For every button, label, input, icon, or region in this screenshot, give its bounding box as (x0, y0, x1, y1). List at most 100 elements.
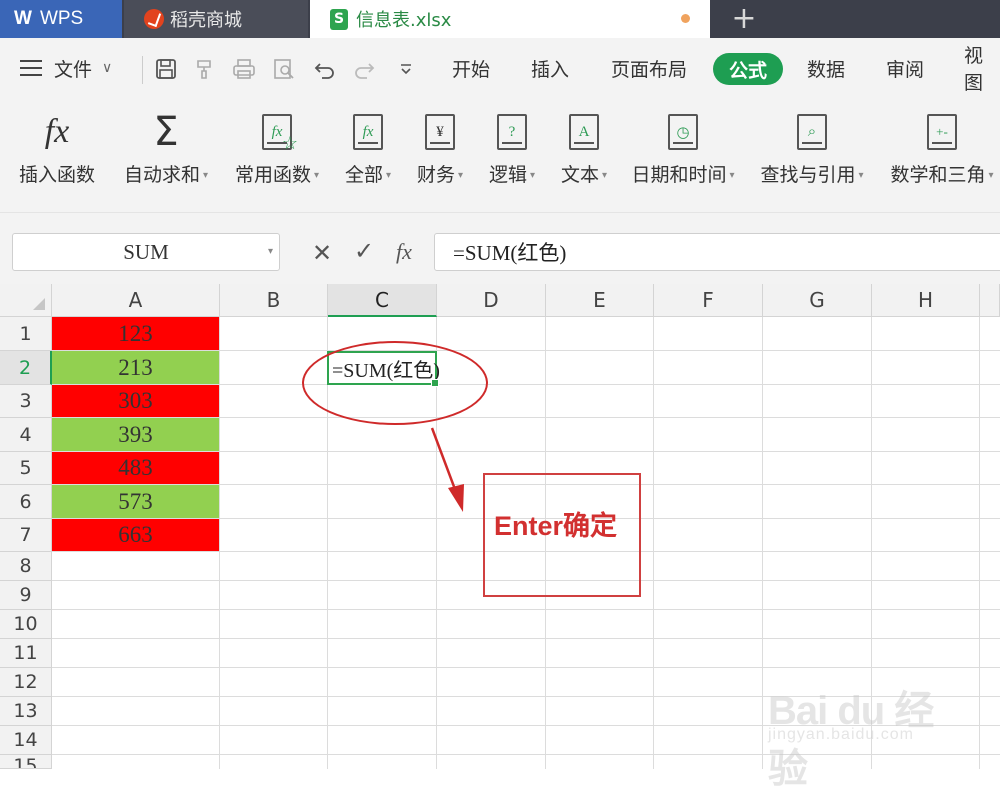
chevron-down-icon[interactable]: ▾ (268, 246, 273, 257)
save-icon[interactable] (154, 58, 178, 80)
spreadsheet-file-icon: S (330, 8, 348, 30)
row-header[interactable]: 3 (0, 385, 52, 418)
column-header-c[interactable]: C (328, 284, 437, 317)
baidu-jingyan-watermark: Bai du 经验 jingyan.baidu.com (768, 660, 958, 791)
title-bar: W WPS 稻壳商城 S 信息表.xlsx + (0, 0, 1000, 38)
annotation-arrow-icon (430, 427, 464, 512)
ribbon-label: 插入函数 (18, 164, 95, 186)
insert-function-fx-icon[interactable]: fx (396, 239, 412, 265)
menu-tab-page-layout[interactable]: 页面布局 (611, 50, 687, 86)
format-painter-icon[interactable] (193, 58, 217, 80)
formula-ribbon: fx 插入函数 Σ 自动求和 ▾ fx ☆ 常用函数 ▾ fx 全部 ▾ ¥ 财务 ▾ ?… (0, 100, 1000, 212)
logical-functions-button[interactable]: ? 逻辑 ▾ (484, 112, 540, 202)
menu-tab-formulas[interactable]: 公式 (713, 53, 784, 85)
row-header[interactable]: 10 (0, 610, 52, 639)
hamburger-menu-icon (20, 60, 42, 76)
column-header-b[interactable]: B (220, 284, 328, 317)
row-header[interactable]: 13 (0, 697, 52, 726)
unsaved-indicator-icon (681, 14, 690, 23)
fx-icon: fx (44, 113, 70, 150)
column-header-f[interactable]: F (654, 284, 763, 317)
highlight-ellipse (302, 341, 488, 425)
row-header[interactable]: 11 (0, 639, 52, 668)
insert-function-button[interactable]: fx 插入函数 (18, 112, 96, 202)
date-time-functions-button[interactable]: ◷ 日期和时间 ▾ (628, 112, 738, 202)
menu-bar: 文件 ∨ 开始 插入 页面布局 公式 数据 审阅 视图 (0, 38, 1000, 100)
math-trig-button[interactable]: +- 数学和三角 ▾ (886, 112, 998, 202)
ribbon-label: 常用函数 (234, 164, 311, 186)
name-box[interactable]: SUM ▾ (12, 233, 280, 271)
column-header-d[interactable]: D (437, 284, 546, 317)
row-header[interactable]: 9 (0, 581, 52, 610)
undo-icon[interactable] (313, 58, 337, 80)
wps-logo-icon: W (14, 8, 32, 29)
common-functions-button[interactable]: fx ☆ 常用函数 ▾ (230, 112, 324, 202)
cell-a1[interactable]: 123 (52, 317, 219, 350)
tab-spreadsheet-file[interactable]: S 信息表.xlsx (310, 0, 710, 38)
cell-a3[interactable]: 303 (52, 385, 219, 417)
lookup-reference-button[interactable]: ⌕ 查找与引用 ▾ (757, 112, 867, 202)
row-header[interactable]: 2 (0, 351, 52, 385)
cell-a6[interactable]: 573 (52, 485, 219, 518)
formula-input[interactable]: =SUM(红色) (434, 233, 1000, 271)
column-header-g[interactable]: G (763, 284, 872, 317)
name-box-value: SUM (123, 239, 169, 264)
menu-tab-view[interactable]: 视图 (964, 45, 1000, 94)
column-header-a[interactable]: A (52, 284, 220, 317)
new-tab-button[interactable]: + (730, 1, 758, 36)
more-dropdown-icon[interactable] (394, 58, 418, 80)
clock-book-icon: ◷ (665, 112, 701, 152)
select-all-corner[interactable] (0, 284, 52, 317)
math-book-icon: +- (924, 112, 960, 152)
tab-docer-mall[interactable]: 稻壳商城 (124, 0, 308, 38)
row-header[interactable]: 6 (0, 485, 52, 519)
cell-a2[interactable]: 213 (52, 351, 219, 384)
row-header[interactable]: 7 (0, 519, 52, 552)
column-header-h[interactable]: H (872, 284, 980, 317)
column-header-next[interactable] (980, 284, 1000, 317)
cell-a4[interactable]: 393 (52, 418, 219, 451)
cancel-formula-icon[interactable]: ✕ (312, 239, 332, 267)
all-functions-button[interactable]: fx 全部 ▾ (340, 112, 396, 202)
docer-mall-icon (144, 9, 164, 29)
menu-tab-review[interactable]: 审阅 (886, 50, 924, 86)
ribbon-label: 数学和三角 (890, 164, 986, 186)
confirm-formula-icon[interactable]: ✓ (354, 237, 374, 265)
redo-icon[interactable] (352, 58, 376, 80)
sigma-icon: Σ (153, 109, 179, 155)
row-header[interactable]: 8 (0, 552, 52, 581)
grid-line (52, 638, 1000, 639)
menu-tab-data[interactable]: 数据 (807, 50, 845, 86)
autosum-button[interactable]: Σ 自动求和 ▾ (120, 109, 212, 202)
toolbar-divider (142, 56, 143, 84)
ribbon-label: 自动求和 (123, 164, 200, 186)
file-menu-label: 文件 (54, 58, 93, 81)
row-header[interactable]: 12 (0, 668, 52, 697)
search-book-icon: ⌕ (794, 112, 830, 152)
function-book-icon: fx (350, 112, 386, 152)
row-header[interactable]: 15 (0, 755, 52, 769)
file-menu-button[interactable]: 文件 ∨ (20, 50, 112, 86)
annotation-note: Enter确定 (494, 511, 618, 541)
cell-a7[interactable]: 663 (52, 519, 219, 551)
cell-a5[interactable]: 483 (52, 452, 219, 484)
watermark-url: jingyan.baidu.com (768, 726, 914, 743)
grid-line (52, 609, 1000, 610)
print-preview-icon[interactable] (272, 58, 296, 80)
tab-wps-home[interactable]: W WPS (0, 0, 122, 38)
menu-tab-home[interactable]: 开始 (452, 50, 490, 86)
row-header[interactable]: 4 (0, 418, 52, 452)
row-header[interactable]: 14 (0, 726, 52, 755)
row-header[interactable]: 1 (0, 317, 52, 351)
formula-content: =SUM(红色) (453, 241, 567, 265)
financial-functions-button[interactable]: ¥ 财务 ▾ (412, 112, 468, 202)
ribbon-label: 财务 (416, 164, 455, 186)
column-header-e[interactable]: E (546, 284, 654, 317)
yen-book-icon: ¥ (422, 112, 458, 152)
menu-tab-insert[interactable]: 插入 (531, 50, 569, 86)
tab-wps-label: WPS (39, 8, 84, 29)
tab-file-label: 信息表.xlsx (356, 10, 452, 31)
text-functions-button[interactable]: A 文本 ▾ (556, 112, 612, 202)
row-header[interactable]: 5 (0, 452, 52, 485)
print-icon[interactable] (232, 58, 256, 80)
